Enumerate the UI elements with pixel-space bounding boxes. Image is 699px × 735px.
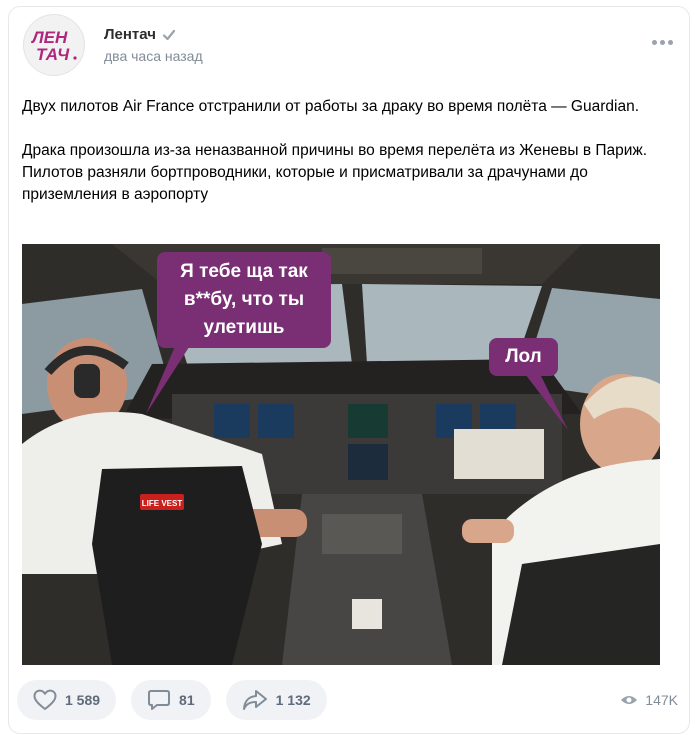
author-name[interactable]: Лентач <box>104 26 176 43</box>
cockpit-illustration: LIFE VEST <box>22 244 660 665</box>
lentach-logo: ЛЕН ТАЧ <box>30 28 77 64</box>
eye-icon <box>621 696 638 704</box>
comment-count: 81 <box>179 692 195 708</box>
speech-bubble-right: Лол <box>489 338 558 376</box>
like-count: 1 589 <box>65 692 101 708</box>
views-count: 147K <box>645 692 678 708</box>
post-text: Двух пилотов Air France отстранили от ра… <box>22 96 662 206</box>
post-time[interactable]: два часа назад <box>104 48 203 64</box>
speech-bubble-left: Я тебе ща так в**бу, что ты улетишь <box>157 252 331 348</box>
avatar[interactable]: ЛЕН ТАЧ <box>23 14 85 76</box>
like-button[interactable]: 1 589 <box>17 680 117 720</box>
comment-button[interactable]: 81 <box>131 680 211 720</box>
post-paragraph-1: Двух пилотов Air France отстранили от ра… <box>22 98 639 115</box>
svg-text:ТАЧ: ТАЧ <box>36 45 70 64</box>
heart-icon <box>33 689 57 710</box>
post-actions: 1 589 81 1 132 <box>17 680 327 720</box>
svg-text:LIFE VEST: LIFE VEST <box>142 499 183 508</box>
share-button[interactable]: 1 132 <box>225 680 327 720</box>
author-label[interactable]: Лентач <box>104 26 156 43</box>
post-photo[interactable]: LIFE VEST Я тебе ща так в**бу, что ты ул… <box>22 244 660 665</box>
share-count: 1 132 <box>275 692 311 708</box>
views-counter: 147K <box>620 692 678 708</box>
share-icon <box>242 690 267 710</box>
verified-icon <box>162 29 176 40</box>
comment-icon <box>148 690 171 710</box>
more-options-icon[interactable] <box>652 38 674 46</box>
post-paragraph-2: Драка произошла из-за неназванной причин… <box>22 142 648 203</box>
